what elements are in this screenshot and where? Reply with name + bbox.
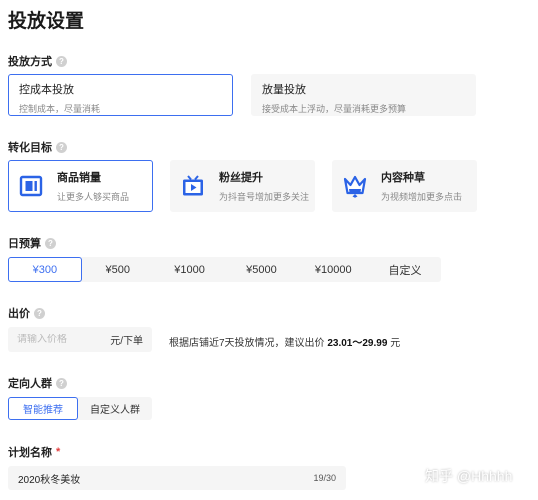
help-icon[interactable]: ?: [45, 237, 56, 249]
audience-option-custom[interactable]: 自定义人群: [78, 397, 152, 420]
placement-option-title: 控成本投放: [19, 84, 74, 96]
help-icon[interactable]: ?: [56, 55, 67, 67]
goal-option-content[interactable]: 内容种草 为视频增加更多点击: [332, 160, 477, 212]
goal-option-subtitle: 让更多人够买商品: [57, 192, 130, 202]
placement-label-text: 投放方式: [8, 56, 52, 68]
bid-hint-text: 根据店铺近7天投放情况，建议出价: [169, 338, 325, 349]
bid-unit: 元/下单: [110, 336, 143, 347]
page-title: 投放设置: [8, 11, 85, 32]
placement-option-subtitle: 控制成本，尽量消耗: [19, 104, 101, 114]
placement-option-volume[interactable]: 放量投放 接受成本上浮动，尽量消耗更多预算: [251, 74, 476, 116]
placement-option-title: 放量投放: [262, 84, 306, 96]
placement-option-subtitle: 接受成本上浮动，尽量消耗更多预算: [262, 104, 407, 114]
budget-label-text: 日预算: [8, 238, 41, 250]
placement-option-cost-control[interactable]: 控成本投放 控制成本，尽量消耗: [8, 74, 233, 116]
bid-field: 元/下单: [8, 327, 152, 352]
budget-option[interactable]: ¥1000: [154, 257, 226, 282]
goal-option-sales[interactable]: 商品销量 让更多人够买商品: [8, 160, 153, 212]
required-mark: *: [56, 446, 61, 458]
watermark: 知乎 @Hhhhh: [425, 468, 513, 484]
goal-option-subtitle: 为视频增加更多点击: [381, 192, 463, 202]
bid-hint-range: 23.01〜29.99: [327, 338, 388, 349]
audience-label: 定向人群 ?: [8, 375, 67, 391]
audience-option-smart[interactable]: 智能推荐: [8, 397, 78, 420]
budget-options: ¥300 ¥500 ¥1000 ¥5000 ¥10000 自定义: [8, 257, 441, 282]
goal-option-title: 粉丝提升: [219, 172, 263, 184]
plan-name-char-count: 19/30: [313, 473, 336, 483]
bid-input[interactable]: [17, 334, 97, 345]
goal-option-subtitle: 为抖音号增加更多关注: [219, 192, 310, 202]
goal-option-title: 商品销量: [57, 172, 101, 184]
goal-option-fans[interactable]: 粉丝提升 为抖音号增加更多关注: [170, 160, 315, 212]
bid-label: 出价 ?: [8, 305, 45, 321]
help-icon[interactable]: ?: [56, 377, 67, 389]
audience-label-text: 定向人群: [8, 378, 52, 390]
placement-label: 投放方式 ?: [8, 53, 67, 69]
tv-icon: [183, 175, 203, 196]
goods-icon: [19, 175, 43, 197]
plan-name-field: 19/30: [8, 466, 346, 490]
budget-option[interactable]: ¥5000: [225, 257, 297, 282]
help-icon[interactable]: ?: [56, 141, 67, 153]
bid-suggestion: 根据店铺近7天投放情况，建议出价 23.01〜29.99 元: [169, 334, 400, 349]
help-icon[interactable]: ?: [34, 307, 45, 319]
budget-option[interactable]: ¥10000: [297, 257, 369, 282]
crown-icon: [343, 175, 367, 198]
goal-option-title: 内容种草: [381, 172, 425, 184]
plan-name-label-text: 计划名称: [8, 447, 52, 459]
budget-option-custom[interactable]: 自定义: [369, 257, 441, 282]
plan-name-label: 计划名称 *: [8, 444, 60, 460]
budget-label: 日预算 ?: [8, 235, 56, 251]
goal-label-text: 转化目标: [8, 142, 52, 154]
audience-options: 智能推荐 自定义人群: [8, 397, 152, 420]
bid-label-text: 出价: [8, 308, 30, 320]
bid-hint-unit: 元: [390, 338, 401, 349]
budget-option[interactable]: ¥300: [8, 257, 82, 282]
budget-option[interactable]: ¥500: [82, 257, 154, 282]
plan-name-input[interactable]: [18, 472, 314, 484]
goal-label: 转化目标 ?: [8, 139, 67, 155]
